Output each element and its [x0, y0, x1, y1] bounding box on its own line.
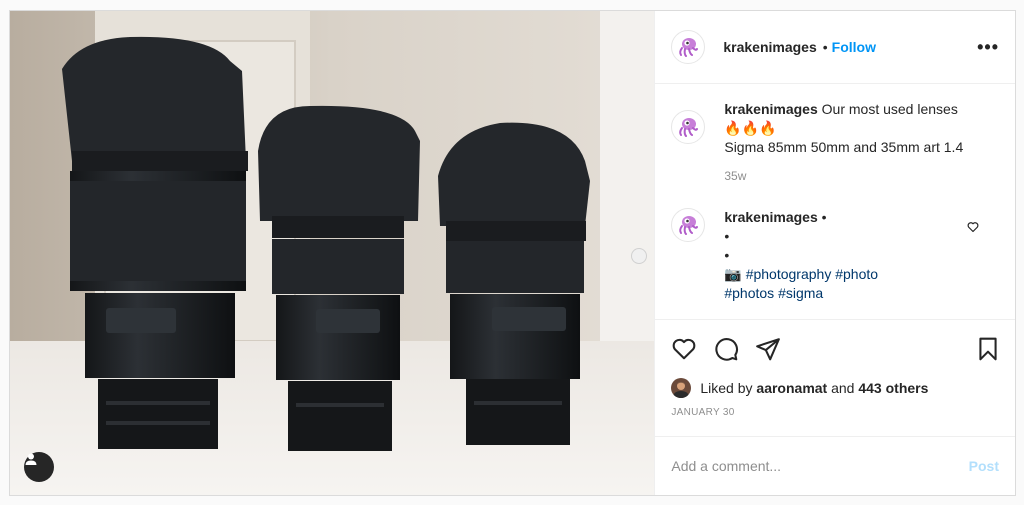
likes-others[interactable]: 443 others [858, 380, 928, 396]
liker-avatar[interactable] [671, 378, 692, 399]
caption-username[interactable]: krakenimages [724, 101, 817, 117]
share-icon[interactable] [755, 336, 781, 362]
follow-button[interactable]: Follow [832, 39, 876, 55]
likes-user[interactable]: aaronamat [756, 380, 827, 396]
likes-prefix: Liked by [700, 380, 753, 397]
user-tag-icon[interactable] [24, 452, 54, 482]
comment-dot: • [724, 228, 730, 245]
hashtags-line1[interactable]: #photography #photo [746, 266, 878, 282]
likes-line: Liked by aaronamat and 443 others [655, 378, 1015, 399]
add-comment-bar: Post [655, 436, 1015, 495]
caption: krakenimages Our most used lenses 🔥🔥🔥 Si… [671, 100, 999, 186]
post: krakenimages • Follow ••• krakenimages O… [9, 10, 1016, 496]
comment-like-icon[interactable] [967, 220, 979, 238]
caption-body: krakenimages Our most used lenses 🔥🔥🔥 Si… [724, 100, 963, 186]
heart-icon[interactable] [671, 336, 697, 362]
header-separator: • [822, 39, 828, 56]
header-username[interactable]: krakenimages [723, 39, 816, 55]
comment-icon[interactable] [713, 336, 739, 362]
lenses-photo [10, 11, 655, 495]
comment-body: krakenimages • • • 📷 #photography #photo… [724, 208, 878, 303]
hashtags-line2[interactable]: #photos #sigma [724, 284, 878, 303]
kraken-logo-icon [679, 216, 699, 236]
post-photo[interactable] [10, 11, 655, 495]
avatar[interactable] [671, 30, 706, 65]
caption-emoji: 🔥🔥🔥 [724, 120, 777, 137]
likes-middle: and [831, 380, 855, 397]
carousel-scroll-handle[interactable] [631, 248, 647, 264]
bookmark-icon[interactable] [975, 336, 1001, 362]
action-bar [655, 319, 1015, 378]
comment-separator: • [821, 209, 827, 226]
post-date[interactable]: JANUARY 30 [655, 407, 1015, 436]
post-sidebar: krakenimages • Follow ••• krakenimages O… [654, 11, 1015, 495]
caption-line2: Sigma 85mm 50mm and 35mm art 1.4 [724, 139, 964, 156]
post-button[interactable]: Post [969, 458, 999, 474]
comment-input[interactable] [671, 458, 969, 475]
kraken-logo-icon [679, 118, 699, 138]
camera-emoji: 📷 [724, 266, 742, 283]
comment-username[interactable]: krakenimages [724, 209, 817, 225]
caption-text: Our most used lenses [821, 101, 958, 118]
more-icon[interactable]: ••• [977, 37, 999, 58]
comment-dot: • [724, 247, 730, 264]
comments-list[interactable]: krakenimages Our most used lenses 🔥🔥🔥 Si… [655, 84, 1015, 319]
kraken-logo-icon [679, 38, 699, 58]
caption-time[interactable]: 35w [724, 167, 963, 186]
avatar[interactable] [671, 208, 706, 243]
avatar[interactable] [671, 110, 706, 145]
comment-item: krakenimages • • • 📷 #photography #photo… [671, 208, 999, 303]
post-header: krakenimages • Follow ••• [655, 11, 1015, 85]
